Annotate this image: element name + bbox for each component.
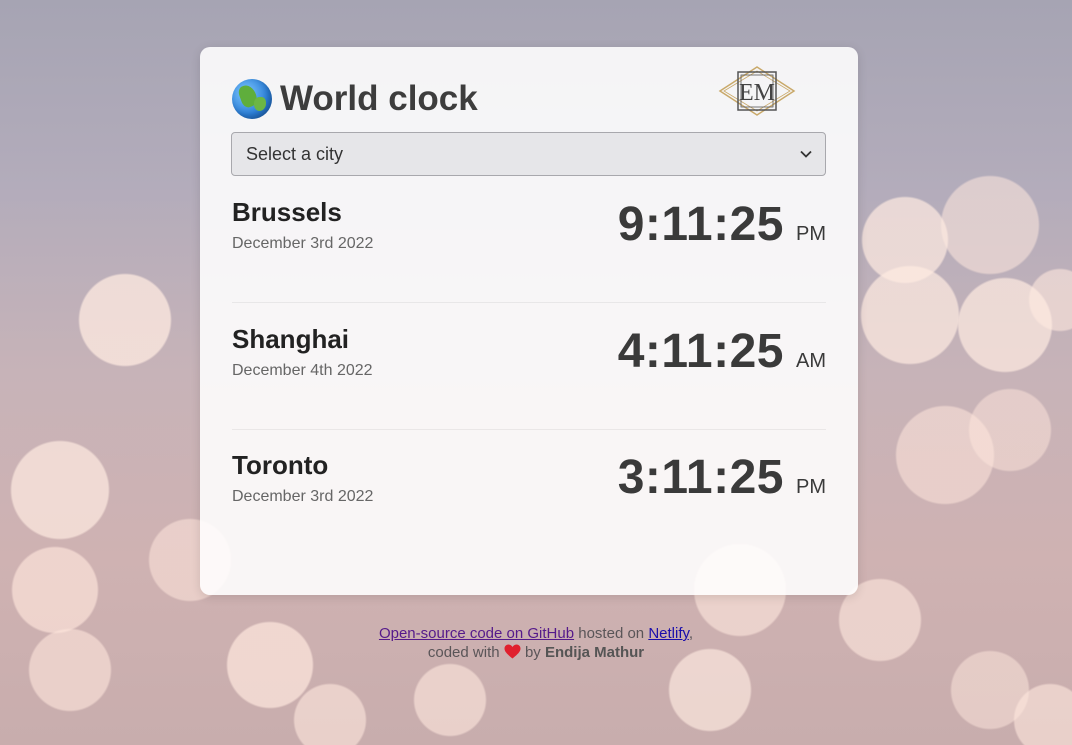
page-title-text: World clock bbox=[280, 79, 478, 118]
city-time: 4:11:25 AM bbox=[618, 324, 826, 379]
by-text: by bbox=[524, 644, 541, 661]
time-ampm: AM bbox=[796, 350, 826, 372]
author-name: Endija Mathur bbox=[544, 644, 645, 661]
hosted-text: hosted on bbox=[578, 625, 645, 642]
city-row-brussels: Brussels December 3rd 2022 9:11:25 PM bbox=[232, 177, 826, 303]
city-row-toronto: Toronto December 3rd 2022 3:11:25 PM bbox=[232, 430, 826, 556]
heart-icon bbox=[504, 644, 521, 659]
github-link[interactable]: Open-source code on GitHub bbox=[379, 625, 574, 642]
city-date: December 3rd 2022 bbox=[232, 235, 374, 252]
city-time: 3:11:25 PM bbox=[618, 450, 826, 505]
time-value: 9:11:25 bbox=[617, 198, 784, 251]
time-value: 4:11:25 bbox=[617, 325, 784, 378]
city-name: Toronto bbox=[232, 450, 329, 480]
globe-icon bbox=[232, 79, 272, 119]
time-ampm: PM bbox=[796, 223, 826, 245]
city-row-shanghai: Shanghai December 4th 2022 4:11:25 AM bbox=[232, 304, 826, 430]
netlify-link[interactable]: Netlify bbox=[648, 625, 689, 642]
city-select[interactable]: Select a city bbox=[231, 132, 826, 176]
city-time: 9:11:25 PM bbox=[618, 197, 826, 252]
footer-line-1: Open-source code on GitHub hosted on Net… bbox=[0, 624, 1072, 643]
city-date: December 3rd 2022 bbox=[232, 488, 374, 505]
time-ampm: PM bbox=[796, 476, 826, 498]
chevron-down-icon bbox=[800, 150, 812, 158]
time-value: 3:11:25 bbox=[617, 451, 784, 504]
svg-text:EM: EM bbox=[739, 80, 775, 106]
em-logo: EM bbox=[718, 65, 796, 117]
city-name: Shanghai bbox=[232, 324, 350, 354]
world-clock-card: World clock EM Select a city Brussels De… bbox=[200, 47, 858, 595]
comma-text: , bbox=[688, 625, 694, 642]
city-name: Brussels bbox=[232, 197, 342, 227]
city-date: December 4th 2022 bbox=[232, 362, 373, 379]
coded-with-text: coded with bbox=[427, 644, 500, 661]
footer-line-2: coded with by Endija Mathur bbox=[0, 643, 1072, 662]
em-logo-icon: EM bbox=[718, 66, 796, 116]
page-title: World clock bbox=[232, 77, 478, 121]
city-select-value: Select a city bbox=[246, 143, 344, 164]
footer: Open-source code on GitHub hosted on Net… bbox=[0, 624, 1072, 662]
